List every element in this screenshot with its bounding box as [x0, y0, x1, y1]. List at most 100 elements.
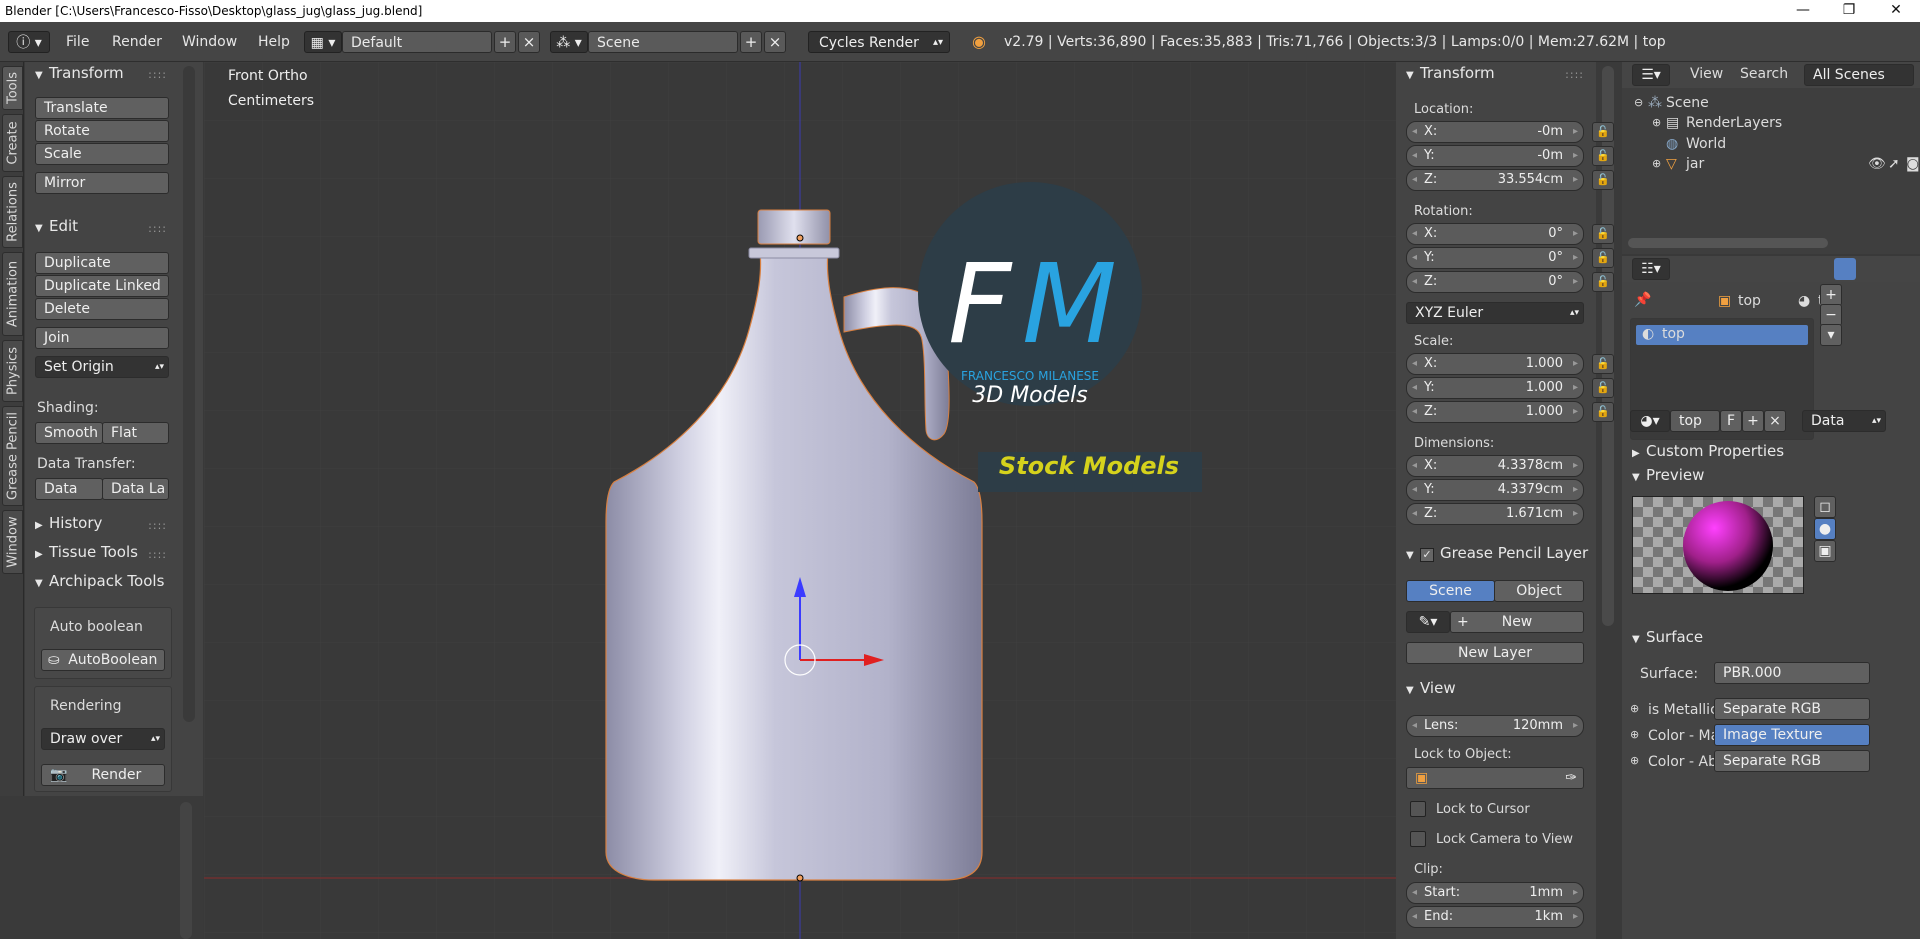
clip-end-field[interactable]: End:1km	[1406, 906, 1584, 928]
outliner-renderlayers[interactable]: RenderLayers	[1686, 115, 1782, 131]
lock-icon[interactable]: 🔓	[1592, 122, 1614, 142]
select-cursor-icon[interactable]: ➚	[1888, 156, 1900, 172]
tissue-tools-header[interactable]: ▶ Tissue Tools	[35, 543, 138, 561]
menu-render[interactable]: Render	[112, 31, 162, 53]
view-header[interactable]: ▼ View	[1406, 679, 1456, 697]
new-layer-button[interactable]: New Layer	[1406, 642, 1584, 664]
props-editor-icon[interactable]: ☷▾	[1632, 258, 1670, 280]
scale-button[interactable]: Scale	[35, 143, 169, 165]
scale-z-field[interactable]: Z:1.000	[1406, 401, 1584, 423]
outliner-editor-icon[interactable]: ☰▾	[1632, 64, 1670, 86]
new-material-icon[interactable]: +	[1742, 410, 1764, 432]
transform-header[interactable]: ▼ Transform	[35, 64, 124, 82]
lock-camera-checkbox[interactable]	[1410, 831, 1426, 847]
menu-help[interactable]: Help	[258, 31, 290, 53]
grip-icon[interactable]: ::::	[1565, 68, 1584, 81]
tab-grease-pencil[interactable]: Grease Pencil	[2, 406, 23, 506]
grip-icon[interactable]: ::::	[148, 548, 167, 561]
grip-icon[interactable]: ::::	[148, 68, 167, 81]
add-layout-icon[interactable]: +	[494, 31, 516, 53]
lock-icon[interactable]: 🔓	[1592, 402, 1614, 422]
add-slot-icon[interactable]: +	[1820, 284, 1842, 306]
crumb-object[interactable]: top	[1738, 293, 1761, 309]
expand-icon[interactable]: ⊕	[1630, 754, 1639, 767]
outliner-scrollbar[interactable]	[1628, 238, 1828, 248]
outliner-scene[interactable]: Scene	[1666, 95, 1709, 111]
expand-icon[interactable]: ⊕	[1630, 702, 1639, 715]
viewport-canvas[interactable]: F M FRANCESCO MILANESE 3D Models Stock M…	[204, 62, 1396, 939]
dimension-z-field[interactable]: Z:1.671cm	[1406, 503, 1584, 525]
tab-animation[interactable]: Animation	[2, 252, 23, 336]
mirror-button[interactable]: Mirror	[35, 172, 169, 194]
menu-window[interactable]: Window	[182, 31, 237, 53]
material-slot-row[interactable]: ◐ top	[1636, 325, 1808, 345]
eye-icon[interactable]: 👁	[1868, 156, 1886, 172]
jug-cap[interactable]	[757, 209, 831, 245]
join-button[interactable]: Join	[35, 327, 169, 349]
expand-icon[interactable]: ⊕	[1652, 116, 1661, 129]
expand-icon[interactable]: ⊖	[1634, 96, 1643, 109]
display-mode-select[interactable]: All Scenes	[1804, 64, 1914, 86]
gp-scene-button[interactable]: Scene	[1406, 580, 1495, 602]
expand-icon[interactable]: ⊕	[1630, 728, 1639, 741]
gp-object-button[interactable]: Object	[1494, 580, 1584, 602]
tab-physics[interactable]: Physics	[2, 340, 23, 402]
edit-header[interactable]: ▼ Edit	[35, 217, 78, 235]
history-header[interactable]: ▶ History	[35, 514, 102, 532]
material-name-field[interactable]: top	[1670, 410, 1720, 432]
rotation-y-field[interactable]: Y:0°	[1406, 247, 1584, 269]
remove-layout-icon[interactable]: ×	[518, 31, 540, 53]
color-ma-input-select[interactable]: Image Texture	[1714, 724, 1870, 746]
lock-icon[interactable]: 🔓	[1592, 248, 1614, 268]
lock-icon[interactable]: 🔓	[1592, 378, 1614, 398]
smooth-button[interactable]: Smooth	[35, 422, 103, 444]
pin-icon[interactable]: 📌	[1634, 292, 1651, 308]
location-x-field[interactable]: X:-0m	[1406, 121, 1584, 143]
surface-shader-select[interactable]: PBR.000	[1714, 662, 1870, 684]
scene-icon[interactable]: ⁂ ▾	[550, 31, 588, 53]
surface-header[interactable]: ▼ Surface	[1632, 628, 1703, 646]
delete-button[interactable]: Delete	[35, 298, 169, 320]
rotation-mode-select[interactable]: XYZ Euler ▴▾	[1406, 302, 1584, 324]
lock-object-field[interactable]: ▣ ✑	[1406, 767, 1584, 789]
preview-flat-icon[interactable]: ◻	[1814, 496, 1836, 518]
lens-field[interactable]: Lens:120mm	[1406, 715, 1584, 737]
material-tab-icon[interactable]	[1834, 258, 1856, 280]
lock-icon[interactable]: 🔓	[1592, 146, 1614, 166]
maximize-button[interactable]: ❐	[1826, 0, 1872, 22]
outliner-view-menu[interactable]: View	[1690, 66, 1723, 82]
screen-layout-icon[interactable]: ▦ ▾	[304, 31, 342, 53]
menu-file[interactable]: File	[66, 31, 89, 53]
expand-icon[interactable]: ⊕	[1652, 157, 1661, 170]
minimize-button[interactable]: —	[1780, 0, 1826, 22]
auto-boolean-button[interactable]: ⛀ AutoBoolean	[41, 649, 165, 671]
gp-new-button[interactable]: + New	[1450, 611, 1584, 633]
tab-window[interactable]: Window	[2, 510, 23, 574]
color-ab-input-select[interactable]: Separate RGB	[1714, 750, 1870, 772]
fake-user-button[interactable]: F	[1720, 410, 1742, 432]
data-layout-button[interactable]: Data La	[102, 478, 169, 500]
dimension-y-field[interactable]: Y:4.3379cm	[1406, 479, 1584, 501]
custom-properties-header[interactable]: ▶ Custom Properties	[1632, 442, 1784, 460]
flat-button[interactable]: Flat	[102, 422, 169, 444]
grease-pencil-layer-header[interactable]: ▼ ✓ Grease Pencil Layer	[1406, 544, 1588, 562]
preview-cube-icon[interactable]: ▣	[1814, 540, 1836, 562]
preview-header[interactable]: ▼ Preview	[1632, 466, 1704, 484]
grip-icon[interactable]: ::::	[148, 519, 167, 532]
screen-layout-field[interactable]: Default	[342, 31, 492, 53]
add-scene-icon[interactable]: +	[740, 31, 762, 53]
metallic-input-select[interactable]: Separate RGB	[1714, 698, 1870, 720]
rotate-button[interactable]: Rotate	[35, 120, 169, 142]
translate-button[interactable]: Translate	[35, 97, 169, 119]
render-engine-select[interactable]: Cycles Render ▴▾	[808, 31, 950, 53]
location-z-field[interactable]: Z:33.554cm	[1406, 169, 1584, 191]
checkbox-icon[interactable]: ✓	[1420, 548, 1434, 562]
scale-x-field[interactable]: X:1.000	[1406, 353, 1584, 375]
outliner-search-menu[interactable]: Search	[1740, 66, 1788, 82]
editor-type-info-icon[interactable]: ⓘ ▾	[8, 31, 50, 53]
dimension-x-field[interactable]: X:4.3378cm	[1406, 455, 1584, 477]
tab-create[interactable]: Create	[2, 114, 23, 172]
pencil-icon[interactable]: ✎▾	[1406, 611, 1450, 633]
rotation-z-field[interactable]: Z:0°	[1406, 271, 1584, 293]
scale-y-field[interactable]: Y:1.000	[1406, 377, 1584, 399]
